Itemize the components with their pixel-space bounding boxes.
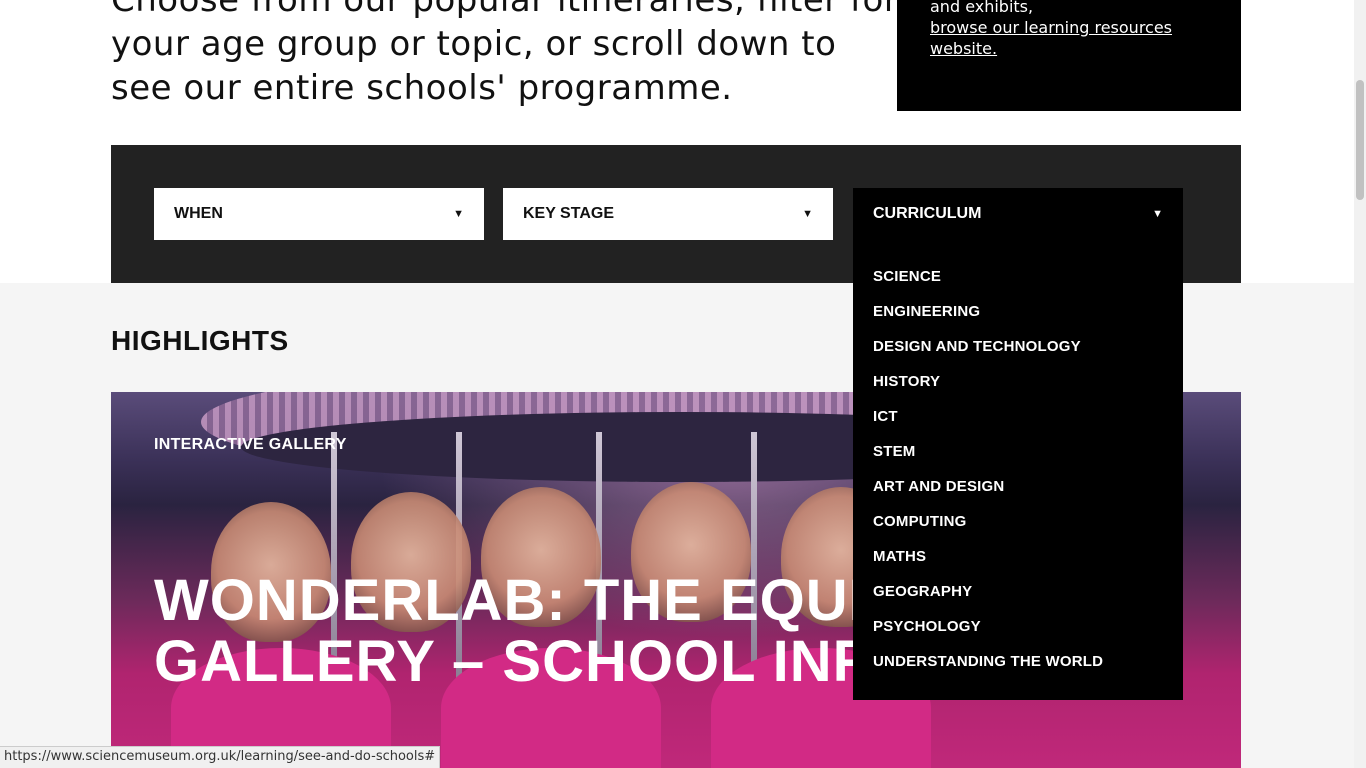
learning-resources-promo: and exhibits, browse our learning resour… <box>897 0 1241 111</box>
intro-line: your age group or topic, or scroll down … <box>111 24 837 64</box>
chevron-down-icon: ▼ <box>802 208 813 220</box>
status-bar-url: https://www.sciencemuseum.org.uk/learnin… <box>0 746 441 768</box>
chevron-down-icon: ▼ <box>453 208 464 220</box>
link-line: website. <box>930 39 998 58</box>
curriculum-option[interactable]: STEM <box>853 443 1183 478</box>
curriculum-option[interactable]: MATHS <box>853 548 1183 583</box>
learning-resources-link[interactable]: browse our learning resources website. <box>930 17 1208 59</box>
curriculum-dropdown-menu: SCIENCE ENGINEERING DESIGN AND TECHNOLOG… <box>853 240 1183 700</box>
when-select[interactable]: WHEN ▼ <box>154 188 484 240</box>
promo-text: and exhibits, <box>930 0 1034 16</box>
curriculum-option[interactable]: HISTORY <box>853 373 1183 408</box>
curriculum-option[interactable]: UNDERSTANDING THE WORLD <box>853 653 1183 688</box>
curriculum-select-label: CURRICULUM <box>873 205 982 222</box>
curriculum-option[interactable]: GEOGRAPHY <box>853 583 1183 618</box>
intro-paragraph: Choose from our popular itineraries, fil… <box>111 0 899 110</box>
chevron-down-icon: ▼ <box>1152 208 1163 220</box>
curriculum-option[interactable]: DESIGN AND TECHNOLOGY <box>853 338 1183 373</box>
page-scrollbar[interactable] <box>1354 0 1366 768</box>
link-line: browse our learning resources <box>930 18 1173 37</box>
curriculum-option[interactable]: ICT <box>853 408 1183 443</box>
curriculum-option[interactable]: ART AND DESIGN <box>853 478 1183 513</box>
card-category-label: INTERACTIVE GALLERY <box>154 436 347 453</box>
highlights-heading: HIGHLIGHTS <box>111 325 289 356</box>
when-select-label: WHEN <box>174 205 223 222</box>
curriculum-option[interactable]: COMPUTING <box>853 513 1183 548</box>
curriculum-select[interactable]: CURRICULUM ▼ <box>853 188 1183 240</box>
scrollbar-thumb[interactable] <box>1356 80 1364 200</box>
key-stage-select-label: KEY STAGE <box>523 205 614 222</box>
curriculum-option[interactable]: ENGINEERING <box>853 303 1183 338</box>
intro-line: Choose from our popular itineraries, fil… <box>111 0 899 20</box>
curriculum-option[interactable]: PSYCHOLOGY <box>853 618 1183 653</box>
intro-line: see our entire schools' programme. <box>111 68 733 108</box>
curriculum-option[interactable]: SCIENCE <box>853 268 1183 303</box>
key-stage-select[interactable]: KEY STAGE ▼ <box>503 188 833 240</box>
